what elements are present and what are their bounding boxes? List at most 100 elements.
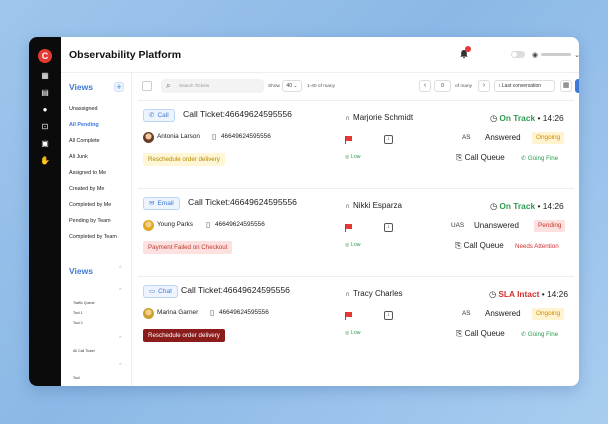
- page-title: Observability Platform: [69, 49, 182, 61]
- sidebar-item-all-pending[interactable]: All Pending: [69, 122, 99, 128]
- flag-icon[interactable]: [345, 224, 352, 232]
- ticket-row[interactable]: ✆ Call Call Ticket:46649624595556 Antonia…: [138, 100, 574, 188]
- view-group-item[interactable]: Traffic Queue: [73, 301, 95, 305]
- phone-icon: ✆: [521, 155, 527, 162]
- customer-name[interactable]: Young Parks: [157, 221, 193, 228]
- priority-label: Low: [350, 154, 361, 160]
- avatar: [143, 132, 154, 143]
- shield-check-icon: ◎: [345, 154, 350, 160]
- ticket-id[interactable]: Call Ticket:46649624595556: [183, 109, 292, 119]
- app-window: C ▦ ▤ ● ⊡ ▣ ✋ Observability Platform ◉ ⌄ …: [29, 37, 579, 386]
- ticket-row[interactable]: ▭ Chat Call Ticket:46649624595556 Marina …: [138, 276, 574, 386]
- flag-icon[interactable]: [345, 312, 352, 320]
- customer-phone: 46649624595556: [221, 133, 271, 140]
- channel-badge[interactable]: ✆ Call: [143, 109, 175, 122]
- customer-phone: 46649624595556: [215, 221, 265, 228]
- agent[interactable]: ∩ Tracy Charles: [345, 289, 403, 298]
- queue-label: Call Queue: [464, 329, 505, 338]
- ticket-id[interactable]: Call Ticket:46649624595556: [181, 285, 290, 295]
- sidebar-item-unassigned[interactable]: Unassigned: [69, 106, 97, 112]
- queue-icon: ⎘: [456, 153, 463, 162]
- download-icon[interactable]: ↓: [384, 135, 393, 144]
- prev-page-button[interactable]: ‹: [419, 80, 431, 92]
- calendar-icon[interactable]: ▣: [40, 139, 50, 148]
- channel-badge[interactable]: ▭ Chat: [143, 285, 178, 298]
- dashboard-icon[interactable]: ▦: [40, 71, 50, 80]
- download-icon[interactable]: ↓: [384, 223, 393, 232]
- hand-icon[interactable]: ✋: [40, 156, 50, 165]
- clock-icon: ◷: [490, 113, 498, 123]
- ticket-time: 14:26: [542, 201, 564, 211]
- ticket-id[interactable]: Call Ticket:46649624595556: [188, 197, 297, 207]
- mobile-icon: ▯: [210, 308, 215, 317]
- sidebar-item-pending-by-team[interactable]: Pending by Team: [69, 218, 111, 224]
- next-page-button[interactable]: ›: [478, 80, 490, 92]
- view-group-label[interactable]: All Call Ticket: [73, 349, 95, 353]
- chevron-up-icon[interactable]: ^: [119, 288, 122, 294]
- view-group-item[interactable]: Tool 1: [73, 311, 83, 315]
- views-heading: Views: [69, 82, 93, 92]
- sidebar-item-all-junk[interactable]: All Junk: [69, 154, 88, 160]
- agent[interactable]: ∩ Marjorie Schmidt: [345, 113, 413, 122]
- customer-name[interactable]: Marina Garner: [157, 309, 198, 316]
- user-menu[interactable]: ◉ ⌄: [532, 48, 579, 61]
- call-queue[interactable]: ⎘ Call Queue: [455, 241, 504, 251]
- users-icon[interactable]: ●: [40, 105, 50, 114]
- sidebar-item-completed-by-team[interactable]: Completed by Team: [69, 234, 117, 240]
- ticket-tag[interactable]: Payment Failed on Checkout: [143, 241, 233, 254]
- call-queue[interactable]: ⎘ Call Queue: [456, 153, 505, 163]
- call-queue[interactable]: ⎘ Call Queue: [456, 329, 505, 339]
- state-badge: Pending: [534, 220, 566, 232]
- page-size-value: 40: [286, 83, 292, 89]
- range-label: 1-40 of many: [307, 84, 335, 89]
- ticket-tag[interactable]: Reschedule order delivery: [143, 329, 225, 342]
- answered-status: Unanswered: [474, 221, 519, 230]
- queue-status: ✆ Going Fine: [521, 331, 558, 338]
- sidebar-item-created-by-me[interactable]: Created by Me: [69, 186, 104, 192]
- list-view-icon[interactable]: ☰: [575, 79, 579, 93]
- sort-select[interactable]: ↕ Last conversation: [494, 80, 555, 92]
- channel-label: Call: [157, 112, 169, 119]
- select-all-checkbox[interactable]: [142, 81, 152, 91]
- theme-toggle[interactable]: [511, 51, 525, 58]
- view-group-label[interactable]: Tool: [73, 376, 80, 380]
- avatar: [143, 308, 154, 319]
- chevron-up-icon[interactable]: ^: [119, 336, 122, 342]
- sidebar-item-completed-by-me[interactable]: Completed by Me: [69, 202, 111, 208]
- tickets-icon[interactable]: ▤: [40, 88, 50, 97]
- sort-value: Last conversation: [501, 83, 542, 89]
- sort-icon: ↕: [498, 83, 501, 89]
- sla-status: ◷ On Track • 14:26: [490, 201, 564, 211]
- ticket-time: 14:26: [547, 289, 568, 299]
- sidebar-item-assigned-to-me[interactable]: Assigned to Me: [69, 170, 106, 176]
- chevron-up-icon[interactable]: ^: [119, 266, 122, 272]
- ticket-tag[interactable]: Reschedule order delivery: [143, 153, 225, 166]
- view-group-item[interactable]: Tool 2: [73, 321, 83, 325]
- page-of-label: of many: [455, 84, 473, 89]
- search-input[interactable]: ⌕ Search Tickets: [161, 79, 264, 93]
- phone-icon: ✆: [149, 112, 155, 119]
- grid-view-icon[interactable]: ▦: [560, 80, 572, 92]
- cart-icon[interactable]: ⊡: [40, 122, 50, 131]
- flag-icon[interactable]: [345, 136, 352, 144]
- download-icon[interactable]: ↓: [384, 311, 393, 320]
- queue-label: Call Queue: [463, 241, 504, 250]
- notification-badge: [465, 46, 471, 52]
- state-badge: Ongoing: [532, 132, 565, 144]
- agent[interactable]: ∩ Nikki Esparza: [345, 201, 402, 210]
- user-name-placeholder: [541, 53, 572, 56]
- add-view-button[interactable]: +: [114, 82, 124, 92]
- chevron-up-icon[interactable]: ^: [119, 363, 122, 369]
- page-size-select[interactable]: 40 ⌄: [282, 80, 302, 92]
- phone-icon: ✆: [521, 331, 527, 338]
- search-placeholder: Search Tickets: [179, 83, 210, 88]
- customer-name[interactable]: Antonia Larson: [157, 133, 200, 140]
- ticket-row[interactable]: ✉ Email Call Ticket:46649624595556 Young …: [138, 188, 574, 276]
- page-number-input[interactable]: 0: [434, 80, 451, 92]
- chat-icon: ▭: [149, 288, 156, 295]
- channel-badge[interactable]: ✉ Email: [143, 197, 180, 210]
- queue-icon: ⎘: [456, 329, 463, 338]
- sidebar-item-all-complete[interactable]: All Complete: [69, 138, 100, 144]
- search-icon: ⌕: [166, 81, 171, 90]
- mobile-icon: ▯: [206, 220, 211, 229]
